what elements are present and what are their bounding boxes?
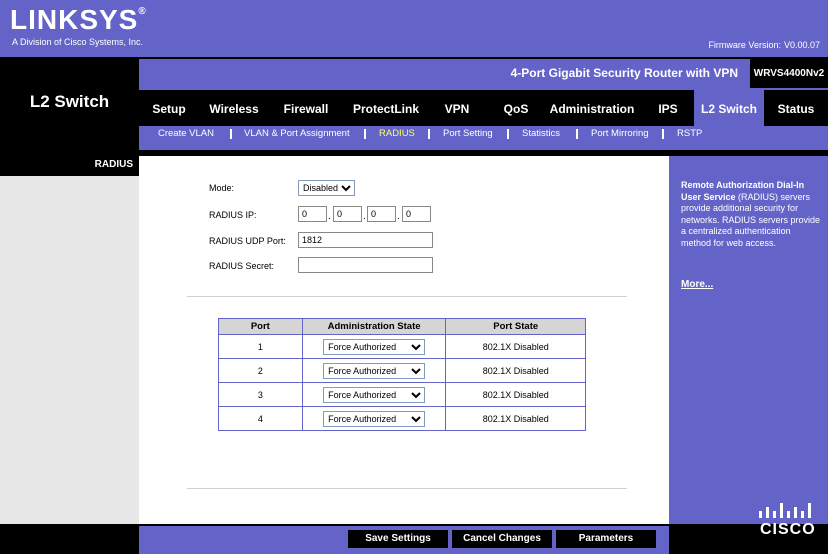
divider — [187, 296, 627, 297]
port-number: 1 — [218, 334, 303, 359]
radius-ip-octet-1[interactable]: 0 — [298, 206, 327, 222]
subnav-separator — [662, 129, 664, 139]
tab-wireless[interactable]: Wireless — [204, 90, 264, 126]
admin-state-select[interactable]: Force Authorized — [323, 386, 426, 403]
table-row: 3 Force Authorized 802.1X Disabled — [218, 382, 586, 407]
column-header: Port — [218, 318, 303, 335]
admin-state-select[interactable]: Force Authorized — [323, 338, 426, 355]
secret-label: RADIUS Secret: — [209, 261, 275, 271]
subnav-port-mirroring[interactable]: Port Mirroring — [591, 127, 649, 141]
linksys-logo: LINKSYS® — [10, 4, 147, 35]
more-link[interactable]: More... — [681, 279, 713, 290]
parameters-button[interactable]: Parameters — [556, 530, 656, 548]
tab-l2-switch[interactable]: L2 Switch — [694, 90, 764, 126]
radius-ip-octet-2[interactable]: 0 — [333, 206, 362, 222]
port-number: 4 — [218, 406, 303, 431]
ip-dot: . — [397, 211, 400, 222]
subnav-statistics[interactable]: Statistics — [522, 127, 560, 141]
logo-subtitle: A Division of Cisco Systems, Inc. — [12, 37, 144, 47]
subnav-separator — [507, 129, 509, 139]
port-state: 802.1X Disabled — [445, 382, 586, 407]
left-column — [0, 156, 139, 554]
ip-dot: . — [363, 211, 366, 222]
admin-state-select[interactable]: Force Authorized — [323, 410, 426, 427]
port-table: Port Administration State Port State 1 F… — [218, 318, 586, 431]
column-header: Port State — [445, 318, 586, 335]
tab-administration[interactable]: Administration — [548, 90, 636, 126]
radius-ip-octet-4[interactable]: 0 — [402, 206, 431, 222]
help-text: Remote Authorization Dial-In User Servic… — [681, 180, 821, 248]
admin-state-cell: Force Authorized — [301, 406, 447, 431]
admin-state-cell: Force Authorized — [301, 334, 447, 359]
tab-ips[interactable]: IPS — [650, 90, 686, 126]
secret-input[interactable] — [298, 257, 433, 273]
table-row: 2 Force Authorized 802.1X Disabled — [218, 358, 586, 383]
admin-state-cell: Force Authorized — [301, 358, 447, 383]
table-row: 1 Force Authorized 802.1X Disabled — [218, 334, 586, 359]
tab-vpn[interactable]: VPN — [436, 90, 478, 126]
radius-ip-label: RADIUS IP: — [209, 210, 257, 220]
port-number: 2 — [218, 358, 303, 383]
subnav-separator — [230, 129, 232, 139]
divider — [187, 488, 627, 489]
firmware-version: Firmware Version: V0.00.07 — [708, 40, 820, 50]
subnav-separator — [364, 129, 366, 139]
cisco-logo: CISCO — [760, 521, 816, 538]
subnav-create-vlan[interactable]: Create VLAN — [158, 127, 214, 141]
subnav-separator — [428, 129, 430, 139]
tab-protectlink[interactable]: ProtectLink — [348, 90, 424, 126]
udp-port-label: RADIUS UDP Port: — [209, 236, 286, 246]
subnav-separator — [576, 129, 578, 139]
left-section-label: RADIUS — [0, 156, 139, 176]
port-state: 802.1X Disabled — [445, 358, 586, 383]
tab-setup[interactable]: Setup — [146, 90, 192, 126]
tab-status[interactable]: Status — [770, 90, 822, 126]
model-number: WRVS4400Nv2 — [750, 59, 828, 88]
cisco-bars-icon — [759, 503, 811, 518]
port-number: 3 — [218, 382, 303, 407]
radius-ip-octet-3[interactable]: 0 — [367, 206, 396, 222]
subnav-port-setting[interactable]: Port Setting — [443, 127, 493, 141]
subnav-rstp[interactable]: RSTP — [677, 127, 702, 141]
table-header-row: Port Administration State Port State — [218, 318, 586, 335]
save-settings-button[interactable]: Save Settings — [348, 530, 448, 548]
admin-state-cell: Force Authorized — [301, 382, 447, 407]
cancel-changes-button[interactable]: Cancel Changes — [452, 530, 552, 548]
admin-state-select[interactable]: Force Authorized — [323, 362, 426, 379]
port-state: 802.1X Disabled — [445, 334, 586, 359]
ip-dot: . — [328, 211, 331, 222]
port-state: 802.1X Disabled — [445, 406, 586, 431]
tab-firewall[interactable]: Firewall — [276, 90, 336, 126]
subnav-radius[interactable]: RADIUS — [379, 127, 415, 141]
subnav-vlan-port-assignment[interactable]: VLAN & Port Assignment — [244, 127, 350, 141]
mode-select[interactable]: Disabled — [298, 180, 355, 196]
table-row: 4 Force Authorized 802.1X Disabled — [218, 406, 586, 431]
section-title: L2 Switch — [29, 92, 110, 111]
udp-port-input[interactable]: 1812 — [298, 232, 433, 248]
column-header: Administration State — [301, 318, 447, 335]
tab-qos[interactable]: QoS — [494, 90, 538, 126]
product-name: 4-Port Gigabit Security Router with VPN — [510, 66, 738, 80]
mode-label: Mode: — [209, 183, 235, 193]
